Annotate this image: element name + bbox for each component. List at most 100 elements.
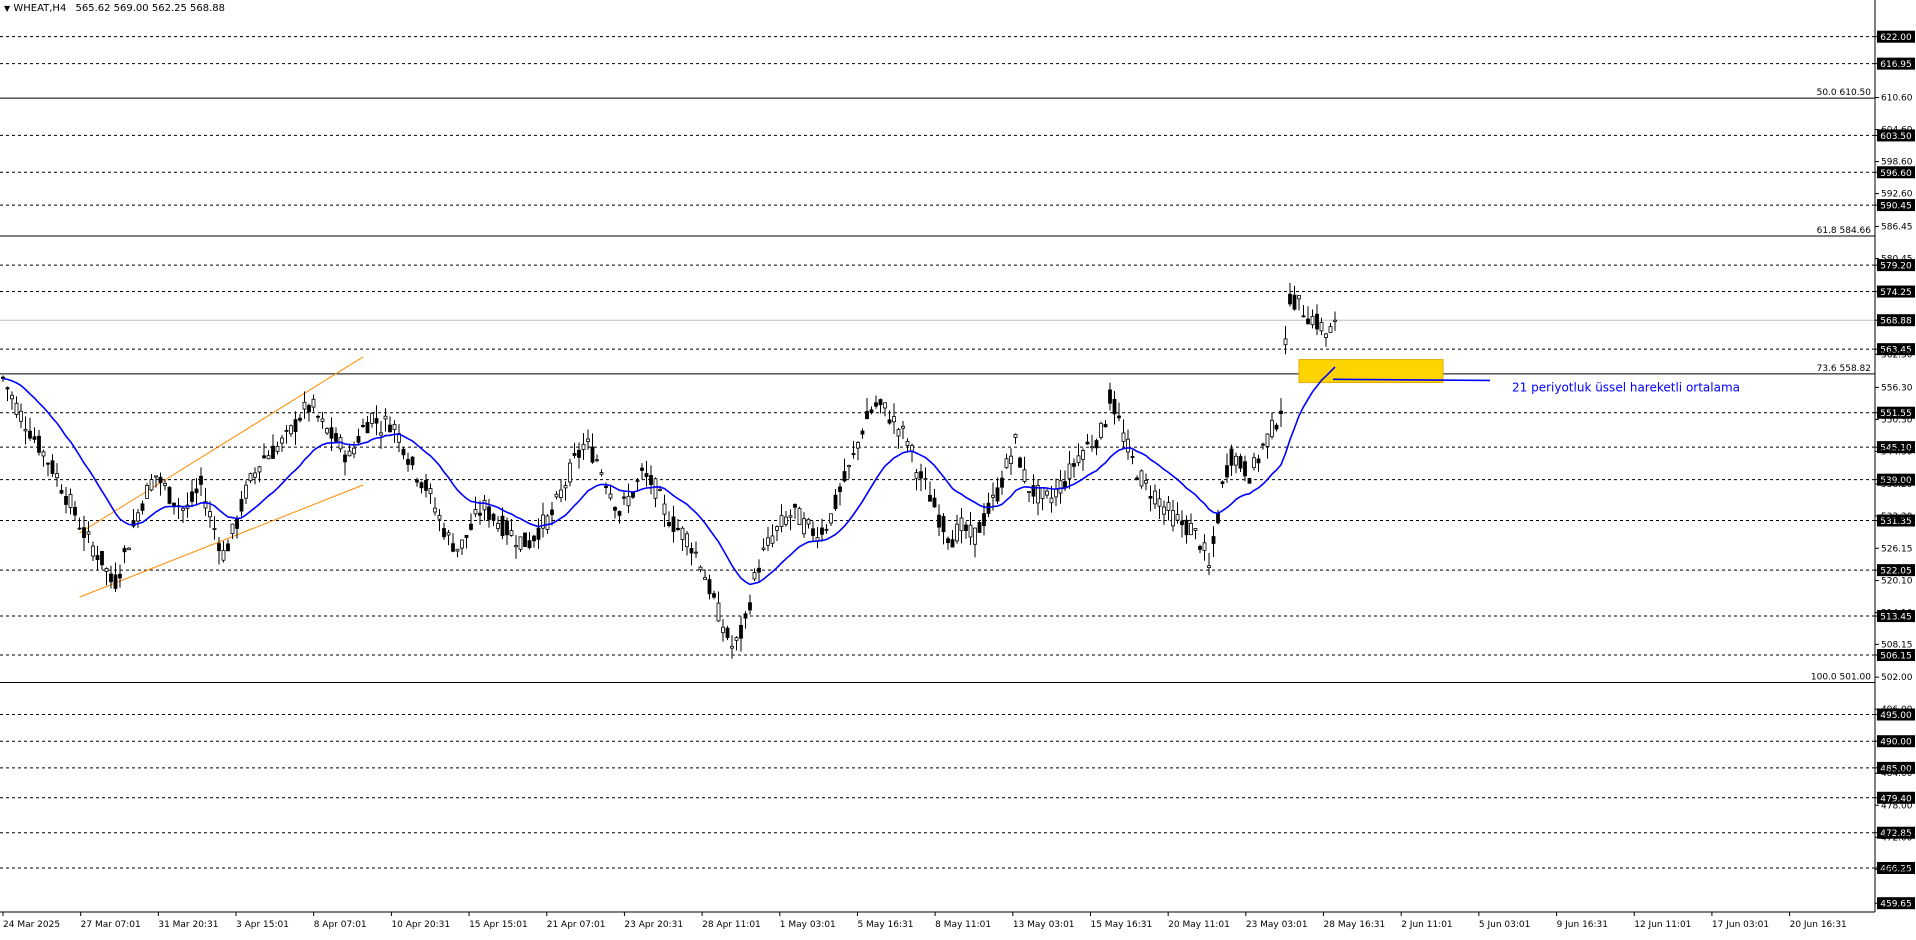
- candle-body: [779, 515, 784, 527]
- candle-body: [581, 443, 586, 450]
- candle-body: [266, 455, 271, 460]
- candle-body: [1054, 488, 1058, 498]
- candle-body: [1279, 410, 1283, 414]
- candle-body: [1180, 520, 1184, 526]
- candle-body: [932, 497, 937, 508]
- candle-body: [46, 462, 50, 465]
- ema-21-line: [2, 366, 1336, 586]
- candle-body: [1076, 455, 1081, 464]
- candle-body: [14, 402, 19, 415]
- candle-body: [847, 465, 851, 468]
- candle-body: [860, 430, 865, 435]
- candle-body: [154, 475, 158, 478]
- candle-body: [563, 485, 568, 489]
- candle-body: [1049, 497, 1054, 504]
- candle-body: [194, 488, 199, 494]
- candle-body: [113, 574, 118, 589]
- candle-body: [532, 535, 536, 542]
- candle-body: [464, 534, 469, 538]
- candle-body: [1319, 322, 1324, 332]
- candle-body: [712, 593, 716, 598]
- chart-canvas[interactable]: 50.0 610.50 61.8 584.66 73.6 558.82 100.0 5…: [0, 0, 1916, 936]
- time-label: 8 May 11:01: [935, 920, 991, 930]
- candle-body: [955, 523, 959, 542]
- candle-body: [874, 402, 878, 407]
- candle-body: [244, 484, 248, 499]
- candle-body: [257, 466, 262, 473]
- time-label: 15 Apr 15:01: [469, 920, 528, 930]
- candle-body: [833, 494, 838, 509]
- price-label: 502.00: [1881, 673, 1913, 683]
- candle-body: [1292, 294, 1297, 310]
- candle-body: [1058, 480, 1063, 494]
- price-label: 556.30: [1881, 383, 1913, 393]
- price-axis: 622.00616.95610.60604.60603.50598.60596.…: [0, 0, 1915, 913]
- time-label: 5 Jun 03:01: [1479, 920, 1530, 930]
- candle-body: [1117, 415, 1121, 419]
- candle-body: [685, 533, 689, 548]
- candle-body: [982, 513, 986, 527]
- candle-body: [1202, 542, 1207, 551]
- candle-body: [1040, 487, 1045, 499]
- price-label: 579.20: [1880, 262, 1912, 272]
- candle-body: [518, 536, 523, 550]
- candle-body: [379, 432, 383, 436]
- collapse-triangle-icon[interactable]: ▼: [4, 4, 10, 13]
- candle-body: [1103, 424, 1108, 428]
- candle-body: [820, 527, 824, 535]
- time-label: 21 Apr 07:01: [547, 920, 606, 930]
- candle-body: [613, 507, 617, 511]
- candle-body: [487, 506, 491, 520]
- price-label: 508.15: [1881, 640, 1913, 650]
- candle-body: [545, 515, 550, 530]
- candle-body: [199, 475, 203, 485]
- candle-body: [878, 399, 883, 406]
- candle-body: [559, 489, 563, 498]
- candle-body: [1157, 498, 1162, 507]
- candle-body: [793, 503, 797, 508]
- candle-body: [748, 602, 752, 611]
- candle-body: [730, 645, 734, 649]
- candle-body: [374, 418, 379, 424]
- candle-body: [892, 416, 896, 423]
- candle-body: [1306, 318, 1310, 325]
- candle-body: [649, 475, 653, 486]
- time-label: 3 Apr 15:01: [236, 920, 289, 930]
- time-label: 20 Jun 16:31: [1790, 920, 1847, 930]
- candle-body: [676, 527, 680, 531]
- candle-body: [1144, 480, 1148, 484]
- candle-body: [302, 401, 307, 410]
- candle-body: [923, 478, 928, 480]
- price-label: 603.50: [1880, 132, 1912, 142]
- candle-body: [1126, 438, 1130, 453]
- candle-body: [1130, 456, 1135, 458]
- candle-body: [410, 456, 415, 466]
- candle-body: [1220, 481, 1225, 484]
- time-label: 2 Jun 11:01: [1401, 920, 1452, 930]
- candle-body: [775, 526, 779, 531]
- price-chart[interactable]: ▼ WHEAT,H4 565.62 569.00 562.25 568.88 5…: [0, 0, 1916, 936]
- candle-body: [181, 507, 185, 511]
- candle-body: [50, 460, 55, 474]
- candle-body: [1072, 463, 1076, 467]
- candle-body: [770, 535, 775, 544]
- trend-channel: [79, 356, 364, 598]
- candle-body: [392, 423, 397, 430]
- candle-body: [406, 459, 410, 465]
- candle-body: [1193, 528, 1198, 531]
- fib-label: 50.0 610.50: [1817, 88, 1872, 98]
- candle-body: [325, 428, 329, 434]
- candle-body: [721, 626, 725, 634]
- candle-body: [1229, 448, 1234, 466]
- candle-body: [514, 545, 518, 548]
- candle-body: [473, 509, 478, 515]
- candle-body: [1256, 458, 1261, 464]
- candle-body: [554, 493, 559, 498]
- ema-annotation-text: 21 periyotluk üssel hareketli ortalama: [1512, 381, 1740, 395]
- candle-body: [757, 567, 761, 573]
- horizontal-levels: [0, 36, 1875, 869]
- candle-body: [28, 430, 32, 439]
- candle-body: [1297, 295, 1301, 300]
- price-label: 622.00: [1880, 33, 1912, 43]
- candle-body: [478, 512, 482, 516]
